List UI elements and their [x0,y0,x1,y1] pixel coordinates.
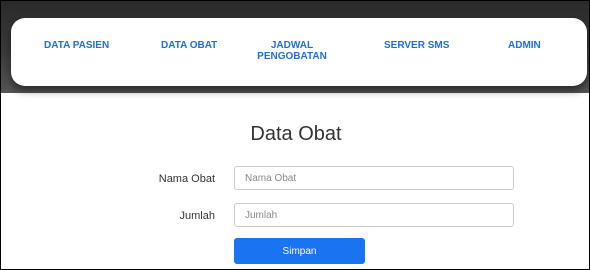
nav-item-data-pasien[interactable]: DATA PASIEN [44,40,109,51]
page-title: Data Obat [250,123,342,145]
nav-item-server-sms[interactable]: SERVER SMS [384,40,449,51]
app-window: DATA PASIEN DATA OBAT JADWAL PENGOBATAN … [0,0,590,270]
main-navbar: DATA PASIEN DATA OBAT JADWAL PENGOBATAN … [11,18,587,86]
nav-item-data-obat[interactable]: DATA OBAT [161,40,217,51]
jumlah-input[interactable] [234,203,514,227]
nav-item-jadwal-pengobatan[interactable]: JADWAL PENGOBATAN [256,40,328,62]
nav-item-admin[interactable]: ADMIN [508,40,541,51]
simpan-button[interactable]: Simpan [234,238,365,264]
jumlah-label: Jumlah [179,210,215,222]
nama-obat-input[interactable] [234,166,514,190]
nama-obat-label: Nama Obat [158,173,215,185]
